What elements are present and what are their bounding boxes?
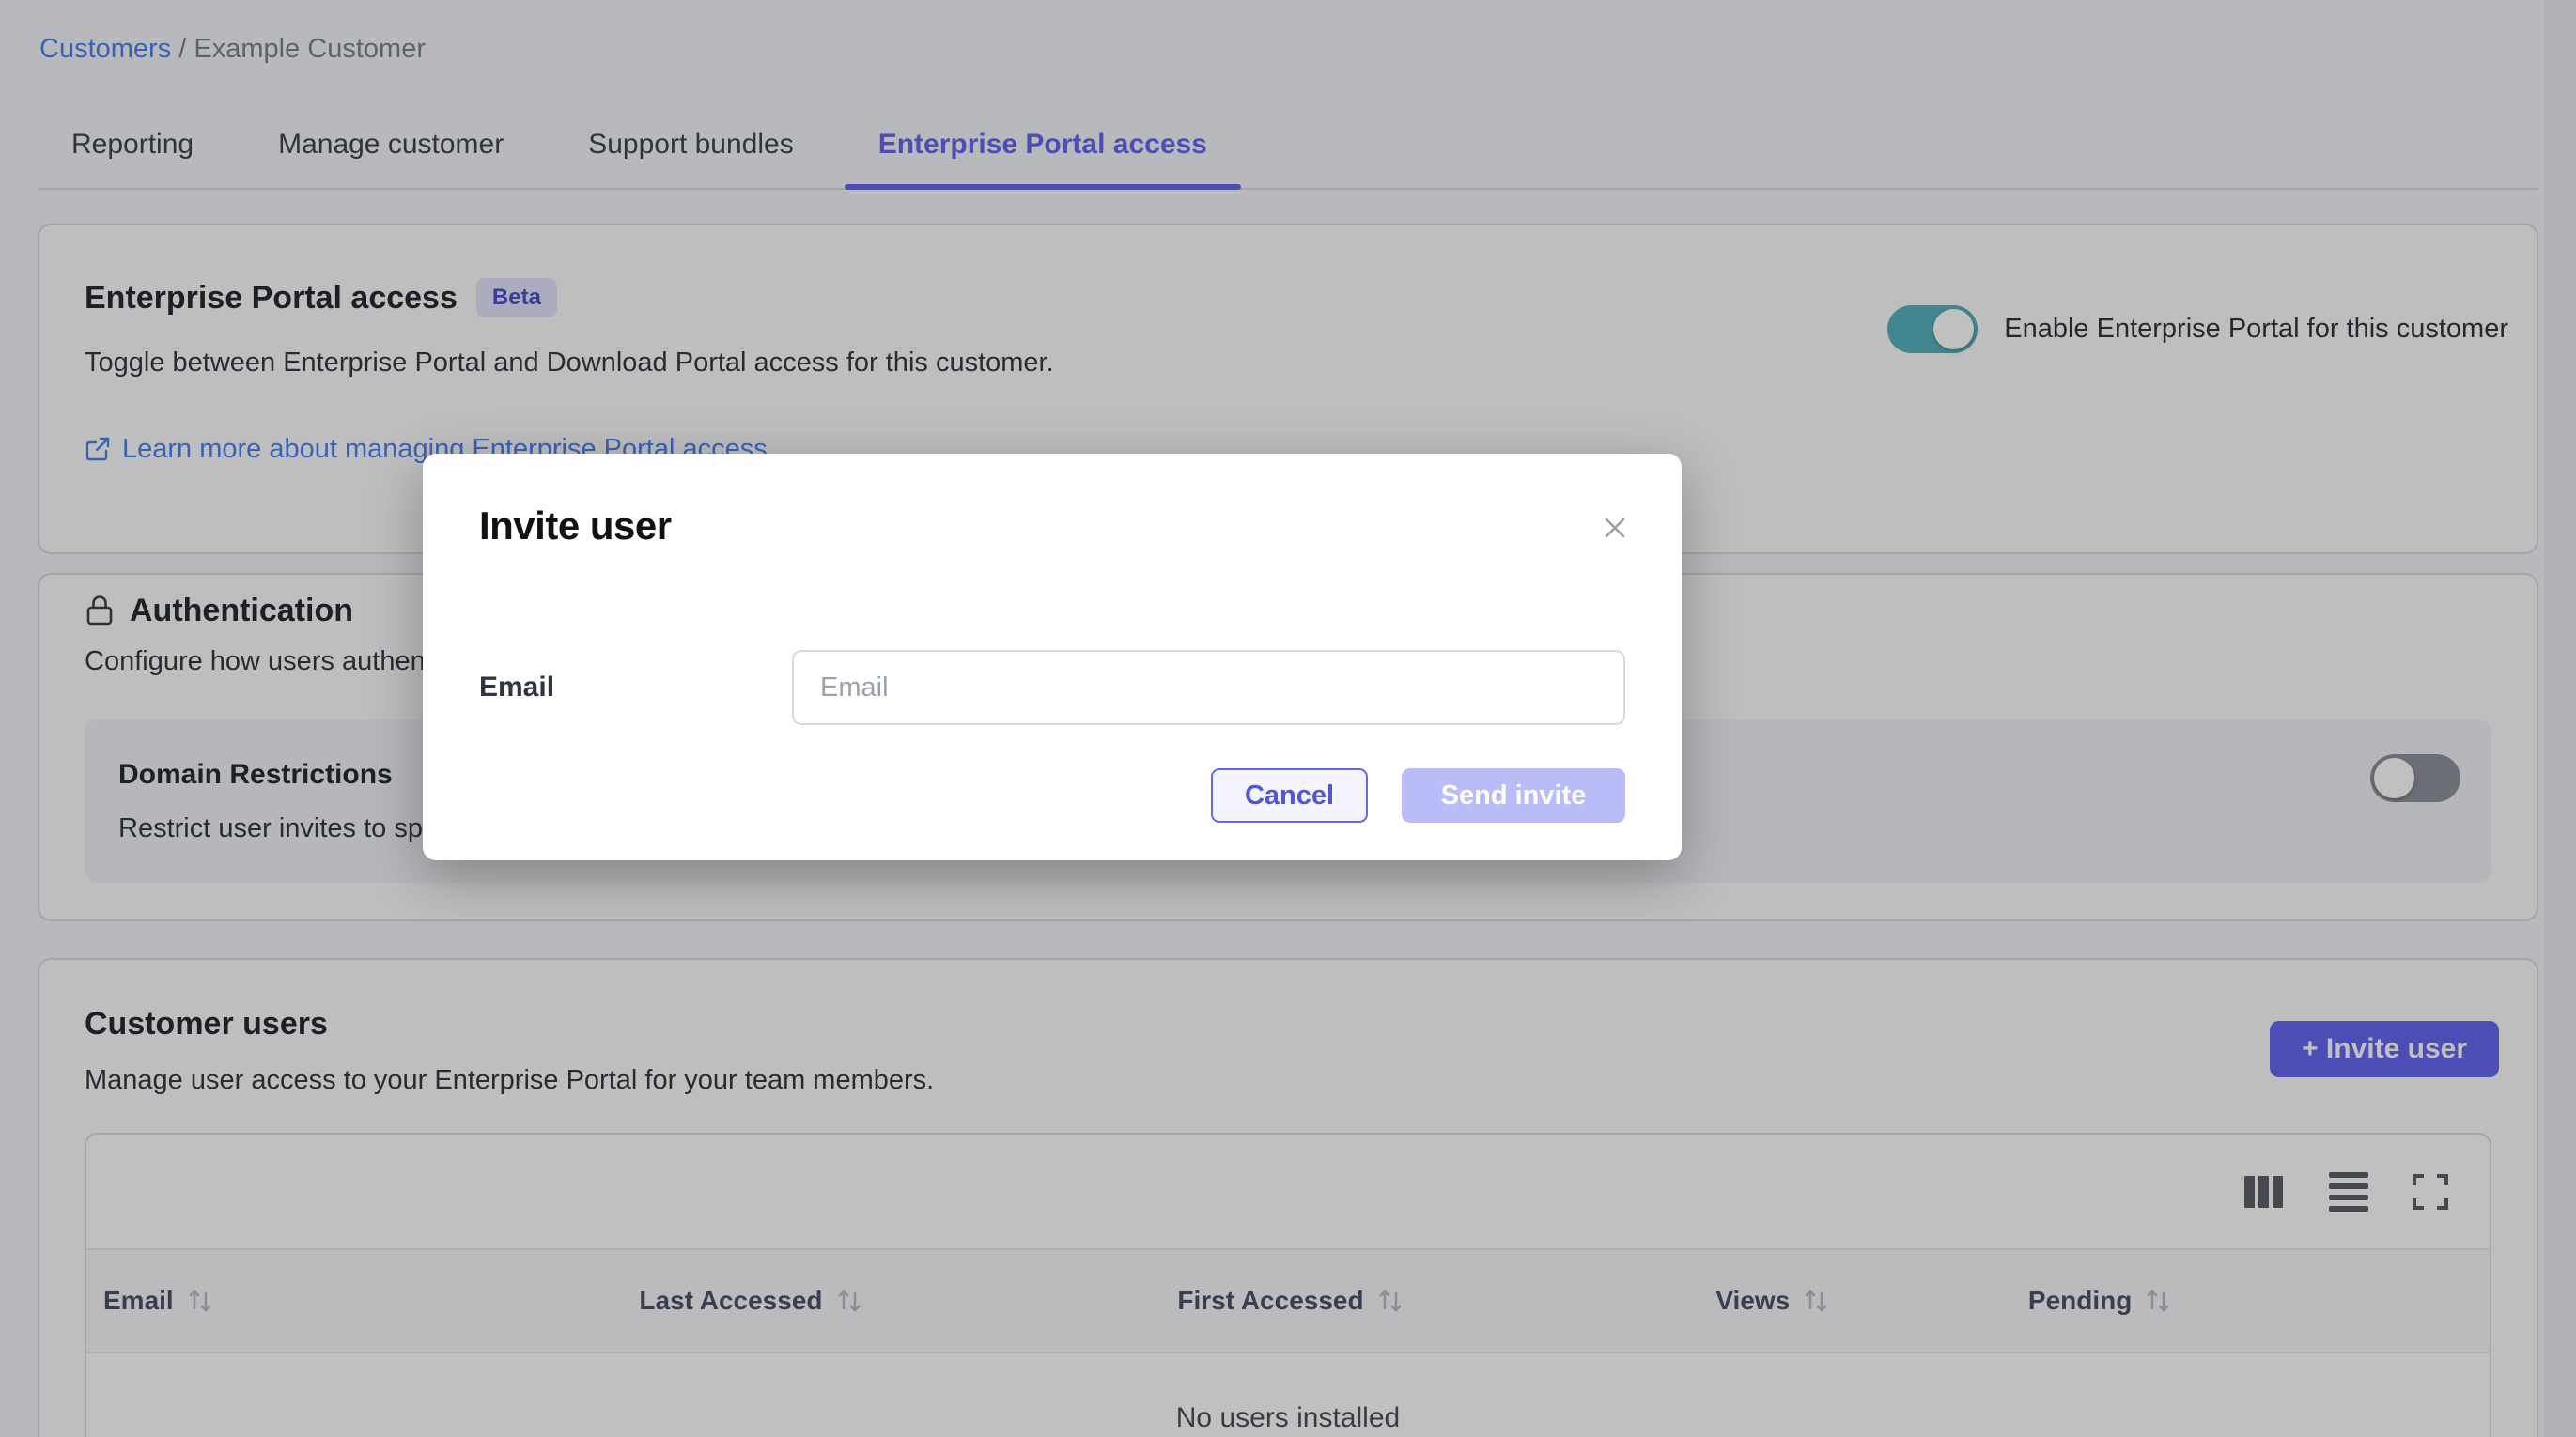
send-invite-button[interactable]: Send invite [1402,768,1625,823]
email-field-label: Email [479,672,792,703]
modal-title: Invite user [479,502,1625,549]
invite-user-modal: Invite user Email Cancel Send invite [423,454,1682,860]
email-field[interactable] [792,650,1625,725]
cancel-button[interactable]: Cancel [1211,768,1368,823]
close-icon[interactable] [1599,512,1631,544]
